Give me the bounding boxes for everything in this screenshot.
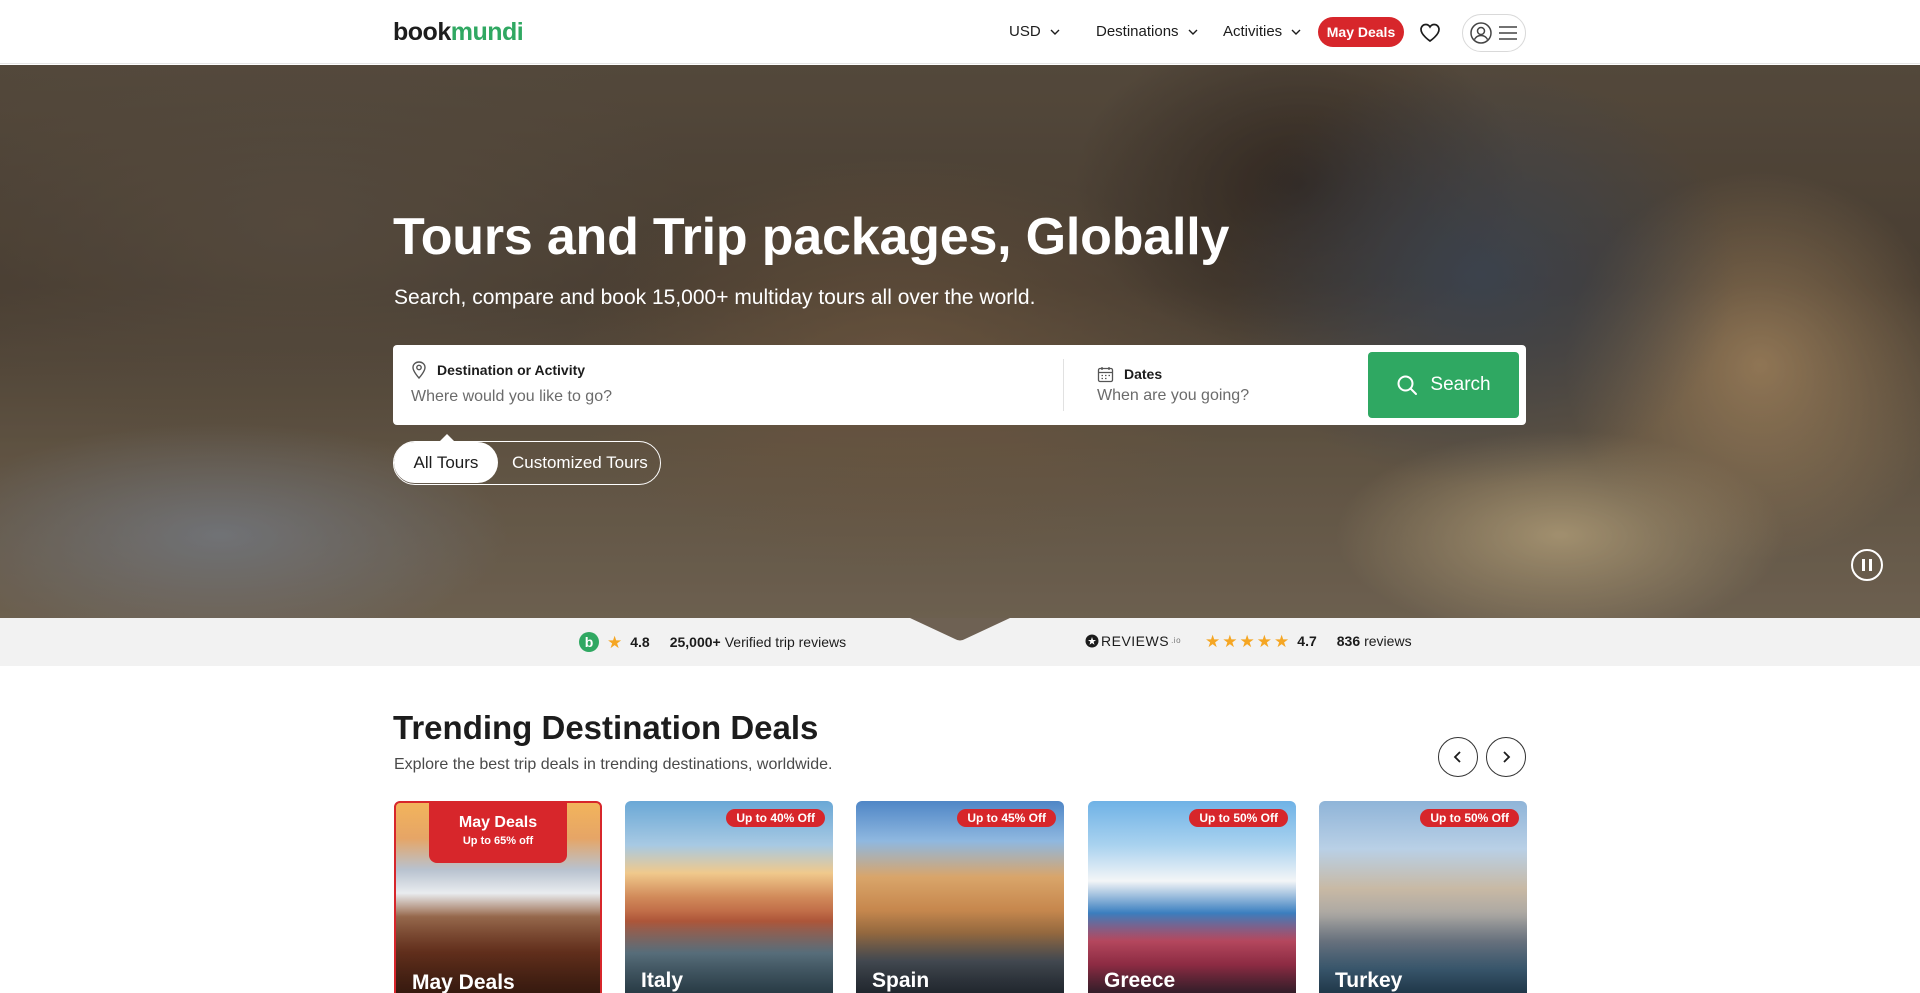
bookmundi-rating: 4.8 — [630, 634, 650, 650]
star-icon: ★ — [1239, 631, 1255, 651]
chevron-down-icon — [1291, 29, 1301, 35]
deal-card-greece[interactable]: Up to 50% Off Greece — [1088, 801, 1296, 993]
star-icon: ★ — [607, 632, 623, 652]
bookmundi-reviews[interactable]: b ★ 4.8 25,000+ Verified trip reviews — [579, 632, 846, 652]
account-menu-button[interactable] — [1462, 14, 1526, 52]
trending-title: Trending Destination Deals — [393, 709, 819, 746]
currency-label: USD — [1009, 23, 1041, 40]
pause-slideshow-button[interactable] — [1851, 549, 1883, 581]
chevron-down-icon — [1050, 29, 1060, 35]
reviews-io-star-icon — [1085, 634, 1099, 648]
dates-input[interactable] — [1097, 387, 1347, 405]
deal-card-italy[interactable]: Up to 40% Off Italy — [625, 801, 833, 993]
card-name: Spain — [872, 969, 930, 992]
may-deals-badge: May Deals Up to 65% off — [429, 803, 567, 863]
calendar-icon — [1097, 366, 1114, 382]
pause-icon — [1869, 559, 1872, 571]
nav-destinations[interactable]: Destinations — [1096, 22, 1199, 42]
search-icon — [1397, 375, 1418, 395]
chevron-right-icon — [1503, 751, 1511, 763]
may-deals-badge-subtitle: Up to 65% off — [462, 835, 534, 847]
dates-label: Dates — [1124, 366, 1163, 382]
carousel-next-button[interactable] — [1486, 737, 1526, 777]
reviews-io-logo-text: REVIEWS — [1101, 633, 1170, 649]
discount-badge: Up to 50% Off — [1189, 809, 1288, 827]
card-name: Greece — [1104, 969, 1176, 992]
star-icon: ★ — [1274, 631, 1290, 651]
logo-text-book: book — [393, 18, 451, 46]
bookmundi-b-icon: b — [579, 632, 599, 652]
destination-input[interactable] — [411, 388, 1011, 406]
user-icon — [1470, 22, 1492, 44]
location-pin-icon — [412, 361, 426, 379]
bookmundi-review-count: 25,000+ — [669, 634, 721, 650]
hamburger-menu-icon — [1499, 26, 1517, 40]
pause-icon — [1862, 559, 1865, 571]
chevron-left-icon — [1453, 751, 1461, 763]
star-icon: ★ — [1222, 631, 1238, 651]
reviews-io-reviews[interactable]: REVIEWS .io ★ ★ ★ ★ ★ 4.7 836 reviews — [1085, 632, 1412, 650]
destination-label: Destination or Activity — [437, 362, 586, 378]
reviews-io-review-count: 836 — [1336, 633, 1361, 649]
tour-type-toggle: All Tours Customized Tours — [393, 441, 661, 485]
heart-icon[interactable] — [1418, 21, 1442, 45]
discount-badge: Up to 45% Off — [957, 809, 1056, 827]
may-deals-badge-title: May Deals — [458, 814, 538, 831]
trending-subtitle: Explore the best trip deals in trending … — [394, 756, 833, 773]
search-button[interactable]: Search — [1368, 352, 1519, 418]
search-button-label: Search — [1430, 374, 1491, 395]
search-divider — [1063, 359, 1064, 411]
discount-badge: Up to 50% Off — [1420, 809, 1519, 827]
may-deals-button[interactable]: May Deals — [1318, 17, 1404, 47]
deal-card-turkey[interactable]: Up to 50% Off Turkey — [1319, 801, 1527, 993]
carousel-prev-button[interactable] — [1438, 737, 1478, 777]
site-header: bookmundi USD Destinations Activities Ma… — [0, 0, 1920, 64]
search-bar: Destination or Activity Dates — [393, 345, 1526, 425]
card-name: May Deals — [412, 971, 515, 993]
logo-text-mundi: mundi — [450, 18, 524, 46]
hero-title: Tours and Trip packages, Globally — [393, 208, 1230, 266]
deal-card-spain[interactable]: Up to 45% Off Spain — [856, 801, 1064, 993]
nav-destinations-label: Destinations — [1096, 23, 1179, 40]
chevron-down-icon — [1188, 29, 1198, 35]
reviews-io-logo-suffix: .io — [1171, 636, 1182, 645]
dates-field: Dates — [1097, 365, 1162, 383]
deal-card-may-deals[interactable]: May Deals Up to 65% off May Deals — [394, 801, 602, 993]
star-icon: ★ — [1205, 631, 1221, 651]
bookmundi-review-text: Verified trip reviews — [724, 634, 847, 650]
discount-badge: Up to 40% Off — [726, 809, 825, 827]
card-name: Turkey — [1335, 969, 1403, 992]
tab-all-tours[interactable]: All Tours — [394, 442, 498, 483]
hero-notch — [910, 618, 1010, 641]
star-icon: ★ — [1256, 631, 1273, 651]
card-name: Italy — [641, 969, 684, 992]
destination-field: Destination or Activity — [411, 361, 585, 379]
currency-selector[interactable]: USD — [1009, 22, 1061, 42]
nav-activities[interactable]: Activities — [1223, 22, 1302, 42]
reviews-io-review-text: reviews — [1364, 633, 1412, 649]
reviews-io-rating: 4.7 — [1297, 633, 1317, 649]
tab-customized-tours[interactable]: Customized Tours — [512, 442, 648, 483]
hero-subtitle: Search, compare and book 15,000+ multida… — [394, 286, 1036, 309]
nav-activities-label: Activities — [1223, 23, 1283, 40]
hero-banner: Tours and Trip packages, Globally Search… — [0, 65, 1920, 618]
reviews-io-logo: REVIEWS .io — [1085, 632, 1181, 650]
bookmundi-logo[interactable]: bookmundi — [393, 18, 524, 46]
